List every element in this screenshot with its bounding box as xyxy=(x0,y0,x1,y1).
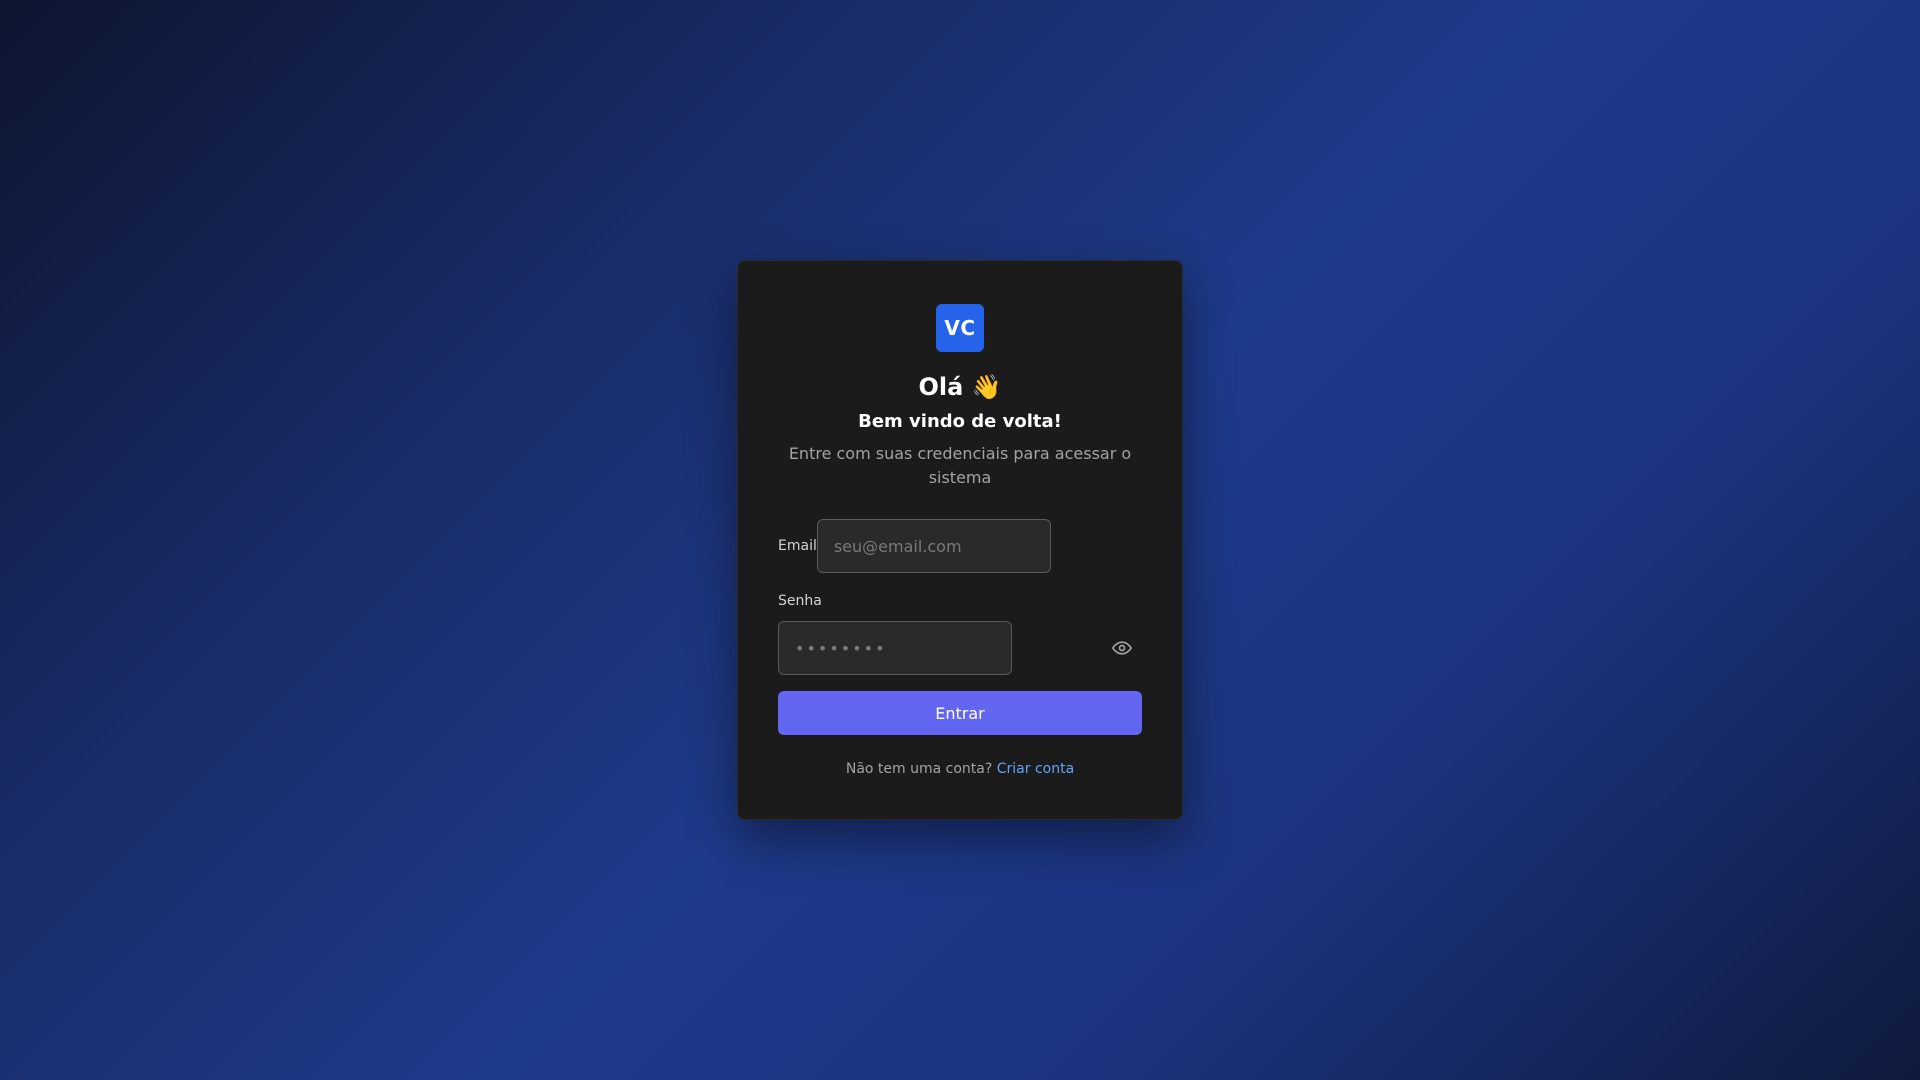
eye-icon[interactable] xyxy=(1112,638,1132,658)
password-row xyxy=(778,621,1142,675)
email-label: Email xyxy=(778,538,817,554)
greeting-title: Olá 👋 xyxy=(918,373,1002,401)
email-input[interactable] xyxy=(816,519,1051,573)
signup-prompt-text: Não tem uma conta? xyxy=(845,761,993,777)
login-card: VC Olá 👋 Bem vindo de volta! Entre com s… xyxy=(737,260,1183,820)
create-account-link[interactable]: Criar conta xyxy=(997,761,1074,777)
email-row: Email xyxy=(778,519,1142,573)
submit-button[interactable]: Entrar xyxy=(778,691,1142,735)
password-label: Senha xyxy=(778,593,822,609)
signup-prompt: Não tem uma conta? Criar conta xyxy=(778,761,1142,777)
logo: VC xyxy=(936,304,984,352)
welcome-title: Bem vindo de volta! xyxy=(858,411,1062,432)
subtitle: Entre com suas credenciais para acessar … xyxy=(788,444,1132,487)
password-input[interactable] xyxy=(778,621,1012,675)
